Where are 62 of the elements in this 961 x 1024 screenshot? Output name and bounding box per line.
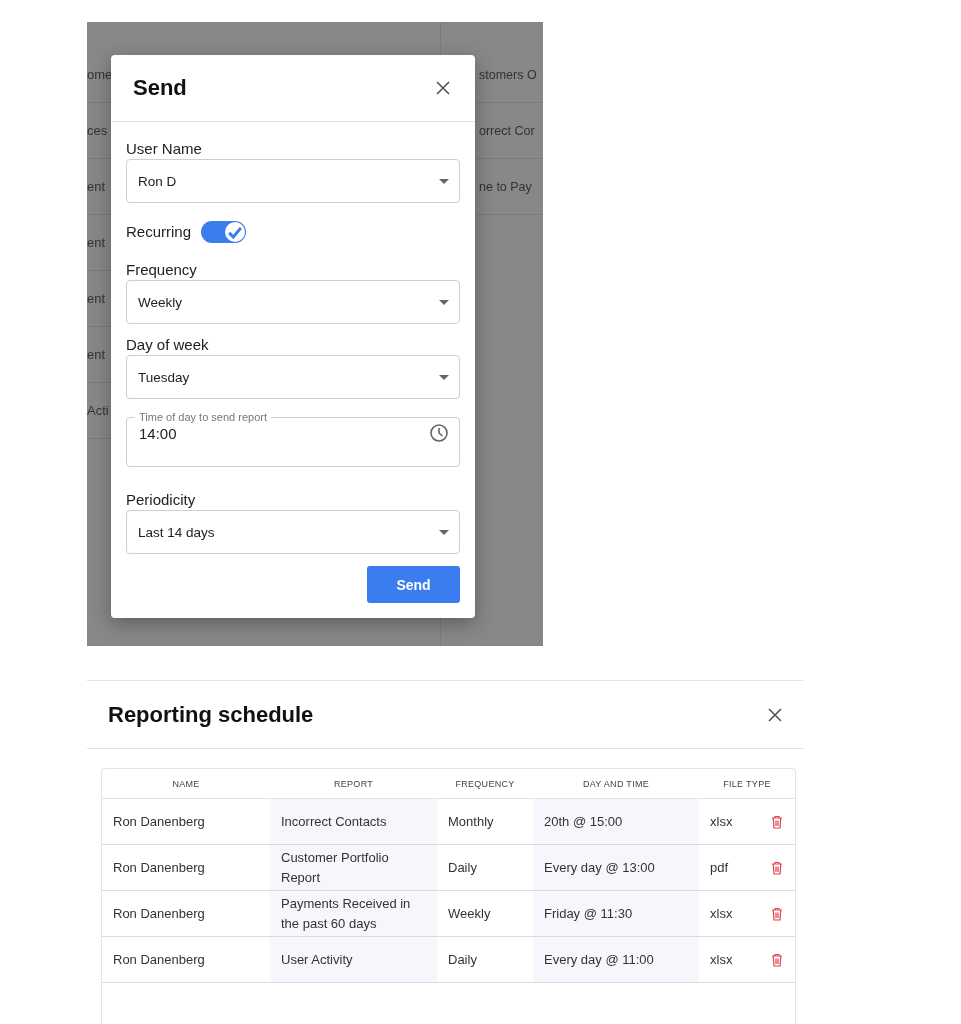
table-cell-text: Weekly [447, 904, 492, 923]
column-header: REPORT [332, 777, 375, 791]
table-cell: xlsx [710, 952, 733, 967]
column-header: FILE TYPE [722, 777, 772, 791]
table-cell-text: Daily [447, 858, 478, 877]
toggle-switch[interactable] [201, 221, 247, 243]
field-label: Frequency [126, 261, 198, 278]
trash-icon[interactable] [771, 814, 783, 829]
dropdown-field[interactable]: Last 14 days [126, 510, 460, 554]
caret-icon [439, 299, 449, 305]
column-header: FREQUENCY [454, 777, 516, 791]
column-header: DAY AND TIME [581, 777, 651, 791]
time-value: 14:00 [139, 424, 177, 442]
list-item: Acti [87, 403, 109, 418]
dropdown-field[interactable]: Weekly [126, 280, 460, 324]
list-item: ent [87, 291, 106, 306]
close-icon[interactable] [435, 80, 451, 96]
field-label: User Name [126, 140, 203, 157]
column-header: NAME [171, 777, 201, 791]
table-cell-text: Ron Danenberg [112, 858, 206, 877]
dropdown-field[interactable]: Tuesday [126, 355, 460, 399]
floating-label: Time of day to send report [138, 411, 268, 423]
table-cell-text: Ron Danenberg [112, 812, 206, 831]
table-cell: Friday @ 11:30 [533, 891, 699, 936]
table-cell-text: Monthly [447, 812, 495, 831]
time-field[interactable]: Time of day to send report 14:00 [126, 411, 460, 467]
send-button[interactable]: Send [367, 566, 460, 603]
list-item: ome [87, 67, 113, 82]
toggle-label: Recurring [126, 222, 192, 240]
table-cell: Every day @ 11:00 [533, 937, 699, 982]
table-cell: pdf [710, 860, 729, 875]
list-item: ent [87, 235, 106, 250]
trash-icon[interactable] [771, 952, 783, 967]
table-cell: Payments Received in the past 60 days [270, 891, 437, 936]
table-cell: User Activity [270, 937, 437, 982]
trash-icon[interactable] [771, 906, 783, 921]
table-cell: Customer Portfolio Report [270, 845, 437, 890]
table-cell-text: Daily [447, 950, 478, 969]
field-label: Day of week [126, 336, 210, 353]
clock-icon[interactable] [429, 423, 449, 443]
list-item: stomers O [479, 67, 537, 82]
trash-icon[interactable] [771, 860, 783, 875]
close-icon[interactable] [767, 706, 783, 723]
list-item: ent [87, 179, 106, 194]
dropdown-field[interactable]: Ron D [126, 159, 460, 203]
caret-icon [439, 178, 449, 184]
dialog-title: Send [133, 75, 187, 101]
table-cell: 20th @ 15:00 [533, 799, 699, 844]
caret-icon [439, 374, 449, 380]
caret-icon [439, 529, 449, 535]
table-cell: Every day @ 13:00 [533, 845, 699, 890]
table-cell: Incorrect Contacts [270, 799, 437, 844]
table-cell: xlsx [710, 814, 733, 829]
table-cell-text: Ron Danenberg [112, 904, 206, 923]
list-item: ne to Pay [479, 179, 532, 194]
panel-title: Reporting schedule [108, 701, 314, 728]
list-item: ent [87, 347, 106, 362]
table-cell-text: Ron Danenberg [112, 950, 206, 969]
field-label: Periodicity [126, 491, 197, 508]
list-item: orrect Cor [479, 123, 535, 138]
table-cell: xlsx [710, 906, 733, 921]
list-item: ces [87, 123, 108, 138]
